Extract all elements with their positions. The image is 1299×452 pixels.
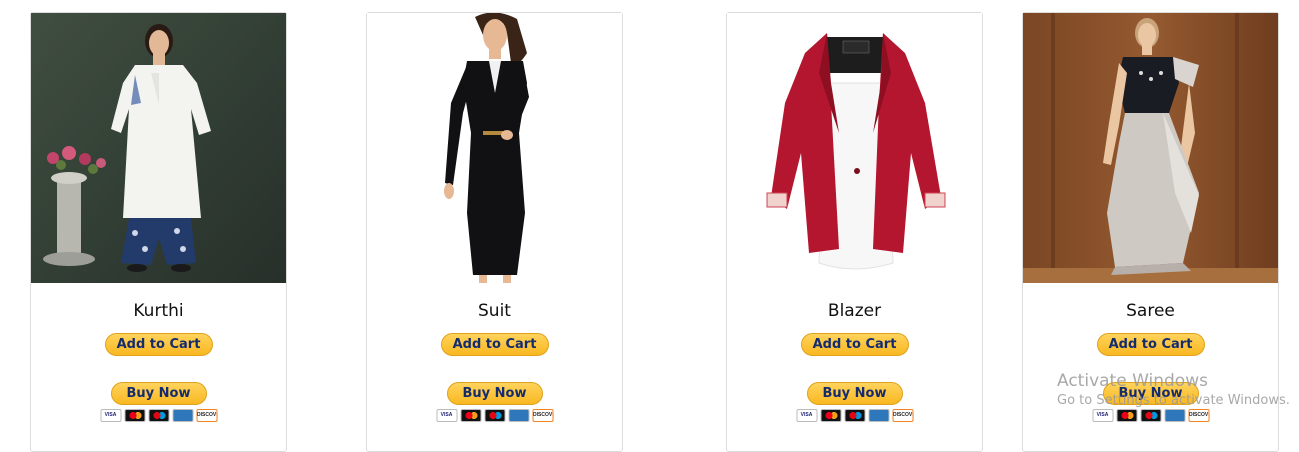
maestro-icon — [1140, 409, 1161, 422]
buy-now-button[interactable]: Buy Now — [446, 382, 543, 405]
payment-cards: VISA DISCOVER — [796, 409, 913, 422]
product-card-suit: Suit Add to Cart Buy Now VISA DISCOVER — [366, 12, 623, 452]
discover-card-icon: DISCOVER — [532, 409, 553, 422]
maestro-icon — [844, 409, 865, 422]
maestro-icon — [148, 409, 169, 422]
add-to-cart-button[interactable]: Add to Cart — [800, 333, 909, 356]
add-to-cart-button[interactable]: Add to Cart — [440, 333, 549, 356]
product-name: Blazer — [827, 301, 882, 321]
maestro-icon — [484, 409, 505, 422]
buy-now-button[interactable]: Buy Now — [806, 382, 903, 405]
visa-card-icon: VISA — [436, 409, 457, 422]
visa-card-icon: VISA — [100, 409, 121, 422]
amex-card-icon — [868, 409, 889, 422]
mastercard-icon — [460, 409, 481, 422]
mastercard-icon — [1116, 409, 1137, 422]
payment-cards: VISA DISCOVER — [436, 409, 553, 422]
product-name: Suit — [478, 301, 511, 321]
amex-card-icon — [1164, 409, 1185, 422]
discover-card-icon: DISCOVER — [1188, 409, 1209, 422]
product-name: Saree — [1126, 301, 1175, 321]
add-to-cart-button[interactable]: Add to Cart — [1096, 333, 1205, 356]
buy-now-button[interactable]: Buy Now — [1102, 382, 1199, 405]
product-image-saree[interactable] — [1023, 13, 1278, 283]
mastercard-icon — [124, 409, 145, 422]
discover-card-icon: DISCOVER — [196, 409, 217, 422]
product-image-suit[interactable] — [367, 13, 622, 283]
product-image-kurthi[interactable] — [31, 13, 286, 283]
payment-cards: VISA DISCOVER — [100, 409, 217, 422]
product-card-kurthi: Kurthi Add to Cart Buy Now VISA DISCOVER — [30, 12, 287, 452]
discover-card-icon: DISCOVER — [892, 409, 913, 422]
mastercard-icon — [820, 409, 841, 422]
buy-now-button[interactable]: Buy Now — [110, 382, 207, 405]
add-to-cart-button[interactable]: Add to Cart — [104, 333, 213, 356]
visa-card-icon: VISA — [1092, 409, 1113, 422]
product-card-saree: Saree Add to Cart Buy Now VISA DISCOVER — [1022, 12, 1279, 452]
product-card-blazer: Blazer Add to Cart Buy Now VISA DISCOVER — [726, 12, 983, 452]
amex-card-icon — [508, 409, 529, 422]
visa-card-icon: VISA — [796, 409, 817, 422]
product-name: Kurthi — [133, 301, 184, 321]
payment-cards: VISA DISCOVER — [1092, 409, 1209, 422]
amex-card-icon — [172, 409, 193, 422]
product-image-blazer[interactable] — [727, 13, 982, 283]
